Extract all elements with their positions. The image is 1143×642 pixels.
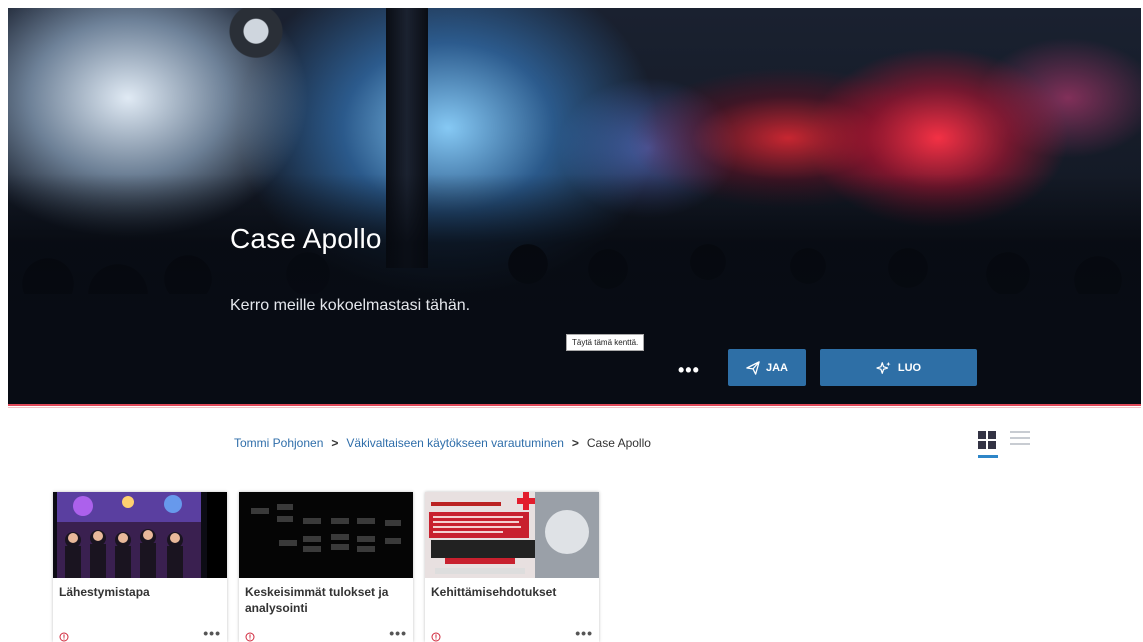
card-title[interactable]: Lähestymistapa <box>59 584 221 600</box>
share-button[interactable]: JAA <box>728 349 806 386</box>
share-label: JAA <box>765 361 788 374</box>
collection-card[interactable]: Keskeisimmät tulokset ja analysointi ••• <box>239 492 413 642</box>
more-options-button[interactable]: ••• <box>678 360 700 381</box>
breadcrumb: Tommi Pohjonen > Väkivaltaiseen käytökse… <box>234 436 651 450</box>
send-icon <box>746 360 760 375</box>
alert-icon <box>59 629 69 642</box>
list-view-toggle[interactable] <box>1010 428 1030 448</box>
stage-light <box>226 8 286 66</box>
divider <box>8 404 1141 406</box>
sparkle-icon <box>876 361 892 375</box>
tooltip: Täytä tämä kenttä. <box>566 334 645 351</box>
card-footer: ••• <box>245 625 407 642</box>
card-more-button[interactable]: ••• <box>203 625 221 641</box>
divider-shadow <box>8 407 1141 408</box>
active-view-indicator <box>978 455 998 458</box>
breadcrumb-link-owner[interactable]: Tommi Pohjonen <box>234 436 323 450</box>
chevron-right-icon: > <box>571 436 579 450</box>
card-title[interactable]: Kehittämisehdotukset <box>431 584 593 600</box>
create-label: LUO <box>897 361 922 374</box>
card-thumbnail <box>425 492 599 578</box>
collection-description[interactable]: Kerro meille kokoelmastasi tähän. <box>230 297 470 315</box>
card-more-button[interactable]: ••• <box>575 625 593 641</box>
card-thumbnail <box>239 492 413 578</box>
card-footer: ••• <box>431 625 593 642</box>
chevron-right-icon: > <box>331 436 339 450</box>
card-thumbnail <box>53 492 227 578</box>
alert-icon <box>431 629 441 642</box>
collection-title[interactable]: Case Apollo <box>230 223 382 255</box>
collection-card[interactable]: Kehittämisehdotukset ••• <box>425 492 599 642</box>
create-button[interactable]: LUO <box>820 349 977 386</box>
breadcrumb-link-collection[interactable]: Väkivaltaiseen käytökseen varautuminen <box>346 436 563 450</box>
grid-view-toggle[interactable] <box>978 428 998 460</box>
card-title[interactable]: Keskeisimmät tulokset ja analysointi <box>245 584 407 616</box>
breadcrumb-current: Case Apollo <box>586 436 651 450</box>
card-footer: ••• <box>59 625 221 642</box>
card-more-button[interactable]: ••• <box>389 625 407 641</box>
collection-card[interactable]: Lähestymistapa ••• <box>53 492 227 642</box>
alert-icon <box>245 629 255 642</box>
